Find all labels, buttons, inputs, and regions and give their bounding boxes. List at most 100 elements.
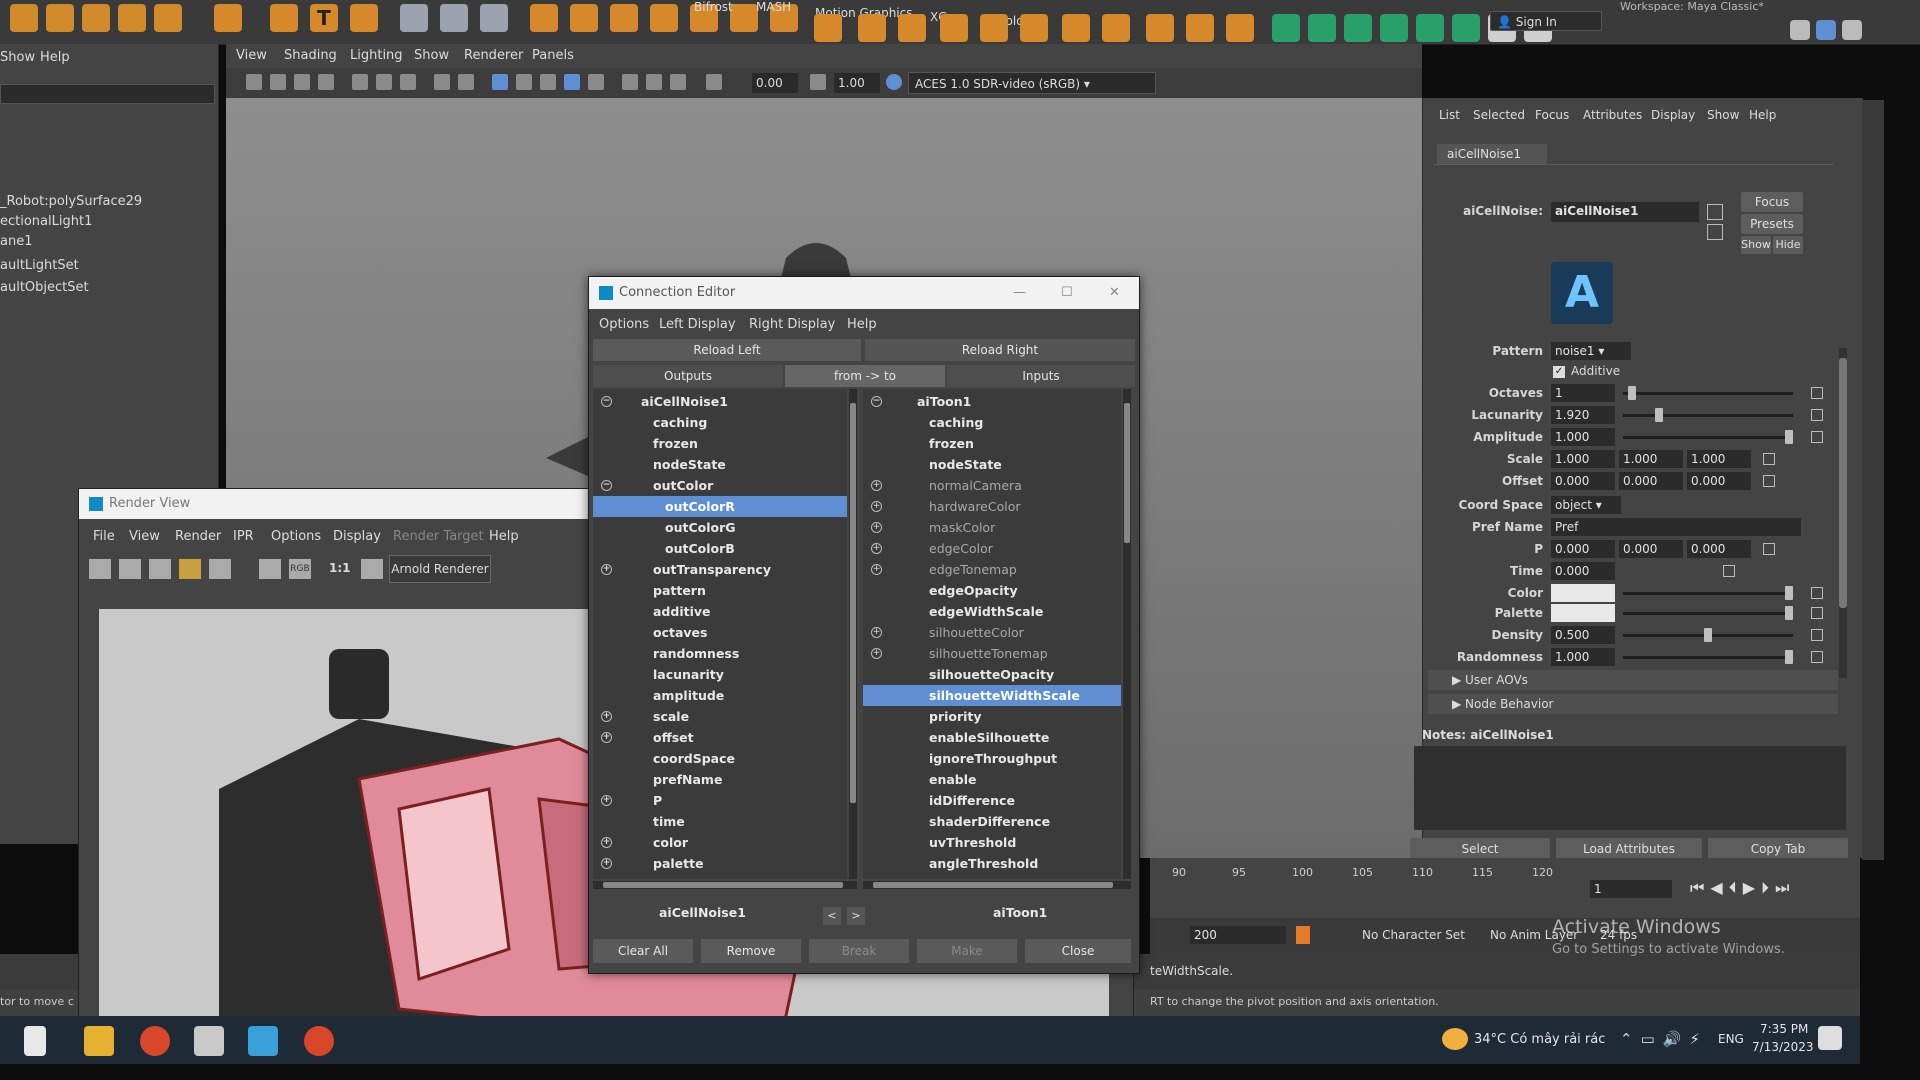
ae-density-knob[interactable] [1704,628,1712,642]
ae-lacunarity-field[interactable]: 1.920 [1551,406,1615,424]
exposure-field[interactable]: 0.00 [752,73,798,93]
maximize-icon[interactable]: ☐ [1061,277,1073,309]
rv-album-icon[interactable] [209,559,231,579]
output-attr-row[interactable]: coordSpace [593,748,847,769]
shelf-select-icon[interactable] [400,4,428,32]
close-button[interactable]: Close [1025,939,1131,963]
ae-p-x-field[interactable]: 0.000 [1551,540,1615,558]
color-space-dropdown[interactable]: ACES 1.0 SDR-video (sRGB) ▾ [908,72,1156,94]
ae-p-y-field[interactable]: 0.000 [1619,540,1683,558]
language-indicator[interactable]: ENG [1718,1032,1744,1046]
output-attr-row[interactable]: + scale [593,706,847,727]
rv-menu-render-target[interactable]: Render Target [393,529,484,544]
shelf-area-light-icon[interactable] [940,14,968,42]
remove-button[interactable]: Remove [701,939,801,963]
output-attr-row[interactable]: time [593,811,847,832]
outliner-item[interactable]: ectionalLight1 [0,214,92,229]
ae-randomness-slider[interactable] [1623,650,1793,664]
shadows-icon[interactable] [564,74,580,90]
notification-icon[interactable] [1818,1026,1842,1050]
bookmark-icon[interactable] [294,74,310,90]
ae-hide-button[interactable]: Hide [1773,236,1803,254]
input-attr-row[interactable]: caching [863,412,1121,433]
smooth-shade-icon[interactable] [458,74,474,90]
shelf-skydome-icon[interactable] [980,14,1008,42]
input-attr-row[interactable]: + silhouetteColor [863,622,1121,643]
ae-lacunarity-slider[interactable] [1623,408,1793,422]
output-attr-row[interactable]: outColorR [593,496,847,517]
ae-section-user-aovs[interactable]: ▶ User AOVs [1428,670,1838,690]
expand-icon[interactable]: + [601,564,612,575]
shelf-ipr-icon[interactable] [858,14,886,42]
ae-menu-selected[interactable]: Selected [1473,108,1525,122]
clear-all-button[interactable]: Clear All [593,939,693,963]
layout-active-icon[interactable] [1816,20,1836,40]
input-attr-row[interactable]: enable [863,769,1121,790]
weather-text[interactable]: 34°C Có mây rải rác [1474,1032,1605,1047]
input-attr-row[interactable]: shaderDifference [863,811,1121,832]
rv-menu-render[interactable]: Render [175,529,221,544]
minimize-icon[interactable]: — [1013,277,1026,309]
shelf-bool-icon[interactable] [610,4,638,32]
ae-pattern-dropdown[interactable]: noise1 ▾ [1551,342,1631,360]
rv-ipr-icon[interactable] [179,559,201,579]
ae-offset-z-field[interactable]: 0.000 [1687,472,1751,490]
ae-offset-y-field[interactable]: 0.000 [1619,472,1683,490]
output-attr-row[interactable]: outColorG [593,517,847,538]
ae-load-attributes-button[interactable]: Load Attributes [1556,838,1702,860]
input-attr-row[interactable]: + hardwareColor [863,496,1121,517]
input-attr-row[interactable]: − aiToon1 [863,391,1121,412]
ce-menu-help[interactable]: Help [847,317,877,332]
ae-amplitude-field[interactable]: 1.000 [1551,428,1615,446]
layout-icon[interactable] [1790,20,1810,40]
outputs-scrollbar[interactable] [849,389,857,879]
shelf-separate-icon[interactable] [570,4,598,32]
rv-renderer-dropdown[interactable]: Arnold Renderer [389,555,491,583]
ae-pref-name-field[interactable]: Pref [1551,518,1801,536]
gamma-field[interactable]: 1.00 [834,73,880,93]
shelf-light-icon[interactable] [898,14,926,42]
shelf-extrude-icon[interactable] [730,4,758,32]
rv-rgb-icon[interactable]: RGB [289,559,311,579]
ae-lacunarity-map-icon[interactable] [1811,409,1823,421]
input-attr-row[interactable]: nodeState [863,454,1121,475]
shelf-tab-bifrost[interactable]: Bifrost [694,0,733,14]
shelf-green-a-icon[interactable] [1272,14,1300,42]
output-attr-row[interactable]: lacunarity [593,664,847,685]
workspace-indicator[interactable]: Workspace: Maya Classic* [1620,0,1764,13]
outliner-item[interactable]: aultObjectSet [0,280,89,295]
inputs-hscroll-thumb[interactable] [873,882,1113,888]
expand-icon[interactable]: + [871,627,882,638]
inputs-scroll-thumb[interactable] [1124,403,1130,543]
output-attr-row[interactable]: + palette [593,853,847,874]
ae-density-map-icon[interactable] [1811,629,1823,641]
ae-node-tab[interactable]: aiCellNoise1 [1437,144,1547,164]
expand-icon[interactable]: + [601,837,612,848]
clock-time[interactable]: 7:35 PM [1760,1022,1808,1036]
ae-palette-map-icon[interactable] [1811,607,1823,619]
ao-icon[interactable] [588,74,604,90]
rv-menu-view[interactable]: View [129,529,160,544]
auto-key-icon[interactable] [1296,926,1310,944]
shelf-green-b-icon[interactable] [1308,14,1336,42]
output-attr-row[interactable]: + offset [593,727,847,748]
ae-density-slider[interactable] [1623,628,1793,642]
output-attr-row[interactable]: − outColor [593,475,847,496]
output-attr-row[interactable]: + color [593,832,847,853]
ae-menu-show[interactable]: Show [1707,108,1739,122]
rv-menu-help[interactable]: Help [489,529,519,544]
outputs-scroll-thumb[interactable] [850,403,856,803]
ae-color-slider[interactable] [1623,586,1793,600]
rv-keep-image-icon[interactable] [259,559,281,579]
shelf-green-d-icon[interactable] [1380,14,1408,42]
output-attr-row[interactable]: outColorB [593,538,847,559]
lights-icon[interactable] [540,74,556,90]
input-attr-row[interactable]: silhouetteOpacity [863,664,1121,685]
shelf-ruler-icon[interactable] [1186,14,1214,42]
expand-icon[interactable]: + [871,480,882,491]
shelf-tab-mash[interactable]: MASH [756,0,791,14]
weather-icon[interactable] [1442,1028,1468,1050]
settings-gear-icon[interactable] [1842,20,1862,40]
ae-palette-slider[interactable] [1623,606,1793,620]
system-tray-icons[interactable]: ⌃▭🔊⚡ [1620,1030,1708,1048]
